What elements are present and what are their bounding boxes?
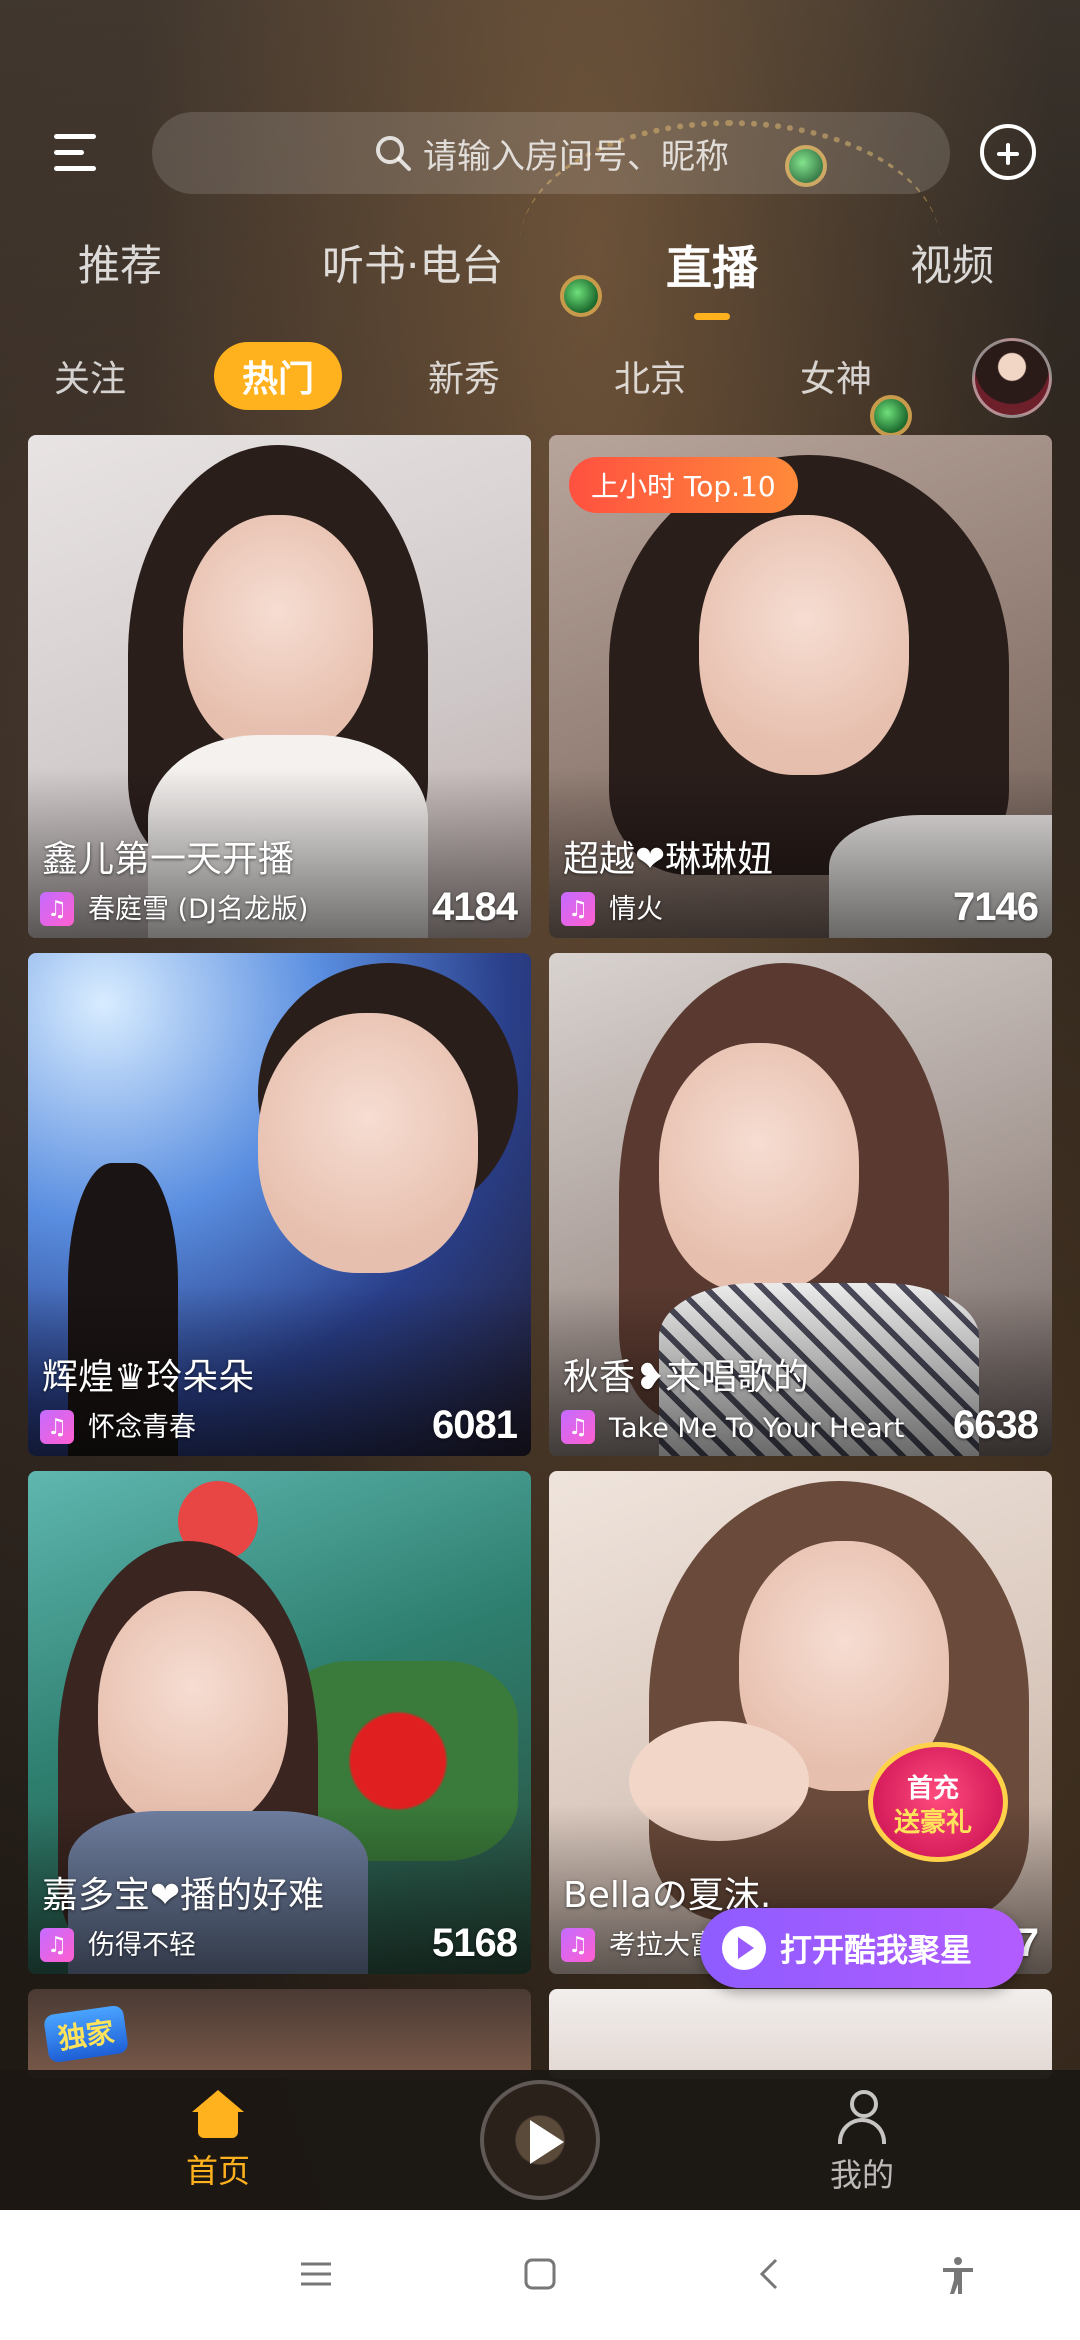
viewer-count: 5168 [432, 1921, 518, 1965]
system-nav-bar [0, 2210, 1080, 2340]
music-note-icon: ♫ [40, 1928, 74, 1962]
add-icon[interactable] [980, 124, 1036, 180]
viewer-count: 6638 [953, 1403, 1039, 1447]
home-square-icon[interactable] [522, 2256, 558, 2292]
menu-icon[interactable] [50, 128, 100, 178]
green-gem-decoration [560, 275, 602, 317]
play-icon [530, 2120, 564, 2164]
subtab-following[interactable]: 关注 [54, 350, 126, 402]
music-note-icon: ♫ [561, 1928, 595, 1962]
live-room-card[interactable]: 秋香❥来唱歌的 ♫ Take Me To Your Heart 6638 [549, 953, 1052, 1456]
music-note-icon: ♫ [40, 1410, 74, 1444]
play-icon [722, 1926, 766, 1970]
search-input[interactable]: 请输入房间号、昵称 [152, 112, 950, 194]
song-name: 春庭雪 (DJ名龙版) [88, 894, 309, 925]
back-icon[interactable] [752, 2256, 788, 2292]
live-room-card[interactable]: 鑫儿第一天开播 ♫ 春庭雪 (DJ名龙版) 4184 [28, 435, 531, 938]
live-room-card[interactable]: Bellaの夏沫. ♫ 考拉大富 7 [549, 1471, 1052, 1974]
live-room-card[interactable]: 嘉多宝❤播的好难 ♫ 伤得不轻 5168 [28, 1471, 531, 1974]
live-room-card[interactable]: 上小时 Top.10 超越❤琳琳妞 ♫ 情火 7146 [549, 435, 1052, 938]
song-name: 情火 [609, 894, 663, 925]
search-icon [376, 136, 411, 171]
home-icon [192, 2090, 244, 2138]
streamer-photo [549, 1989, 1052, 2079]
tab-recommend[interactable]: 推荐 [78, 232, 162, 293]
room-title: 超越❤琳琳妞 [563, 839, 774, 880]
nav-home[interactable]: 首页 [138, 2090, 298, 2192]
featured-avatar[interactable] [972, 338, 1052, 418]
music-note-icon: ♫ [561, 892, 595, 926]
tab-audiobook-radio[interactable]: 听书·电台 [322, 232, 503, 293]
nav-mine-label: 我的 [829, 2156, 894, 2194]
now-playing-disc[interactable] [480, 2080, 600, 2200]
tab-video[interactable]: 视频 [910, 232, 994, 293]
music-note-icon: ♫ [561, 1410, 595, 1444]
music-note-icon: ♫ [40, 892, 74, 926]
subtab-hot[interactable]: 热门 [214, 342, 343, 410]
room-title: 辉煌♛玲朵朵 [42, 1357, 255, 1398]
open-app-button[interactable]: 打开酷我聚星 [700, 1908, 1024, 1988]
promo-line1: 首充 [906, 1774, 959, 1804]
open-app-label: 打开酷我聚星 [780, 1931, 973, 1969]
song-name: Take Me To Your Heart [609, 1413, 905, 1444]
nav-mine[interactable]: 我的 [782, 2090, 942, 2196]
viewer-count: 6081 [432, 1403, 518, 1447]
live-room-card[interactable] [549, 1989, 1052, 2079]
subtab-beijing[interactable]: 北京 [614, 350, 686, 402]
search-placeholder: 请输入房间号、昵称 [423, 136, 729, 177]
room-title: 嘉多宝❤播的好难 [42, 1875, 325, 1916]
promo-line2: 送豪礼 [893, 1808, 972, 1838]
subtab-goddess[interactable]: 女神 [800, 350, 872, 402]
tab-live-label: 直播 [666, 241, 758, 295]
tab-live[interactable]: 直播 [666, 232, 758, 320]
live-room-card[interactable]: 辉煌♛玲朵朵 ♫ 怀念青春 6081 [28, 953, 531, 1456]
viewer-count: 7146 [953, 885, 1039, 929]
room-title: 鑫儿第一天开播 [42, 839, 295, 880]
song-name: 伤得不轻 [88, 1930, 196, 1961]
subtab-newcomer[interactable]: 新秀 [428, 350, 500, 402]
accessibility-icon[interactable] [940, 2256, 976, 2296]
user-icon [836, 2090, 888, 2144]
room-title: 秋香❥来唱歌的 [563, 1357, 810, 1398]
active-tab-indicator [694, 313, 730, 320]
viewer-count: 4184 [432, 885, 518, 929]
nav-home-label: 首页 [185, 2152, 250, 2190]
green-gem-decoration [870, 395, 912, 437]
recent-apps-icon[interactable] [298, 2256, 334, 2292]
rank-badge: 上小时 Top.10 [569, 457, 798, 513]
first-recharge-gift-badge[interactable]: 首充 送豪礼 [858, 1742, 1008, 1862]
song-name: 怀念青春 [88, 1412, 196, 1443]
